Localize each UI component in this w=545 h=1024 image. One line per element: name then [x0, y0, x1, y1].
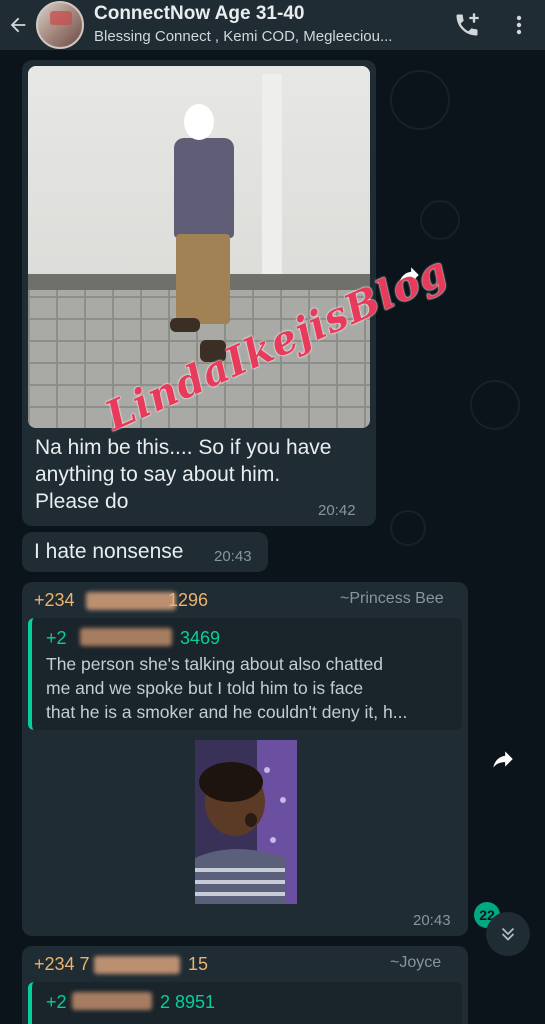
quoted-message[interactable]: +2 3469 The person she's talking about a… [28, 618, 462, 730]
chat-header: ConnectNow Age 31-40 Blessing Connect , … [0, 0, 545, 50]
image-message[interactable]: Na him be this.... So if you have anythi… [22, 60, 376, 526]
message-time: 20:43 [214, 548, 252, 565]
sender-name: ~Joyce [390, 954, 442, 971]
sender-number-end: 15 [188, 954, 209, 974]
sender-name: ~Princess Bee [340, 590, 444, 607]
group-avatar[interactable] [36, 1, 84, 49]
scroll-to-bottom-button[interactable] [486, 912, 530, 956]
arrow-left-icon [10, 17, 26, 33]
more-vert-icon [516, 15, 522, 35]
photo-person-shoe [170, 318, 200, 332]
sender-number[interactable]: +234 [34, 590, 75, 611]
photo-person [174, 138, 234, 238]
message-time: 20:42 [318, 502, 356, 519]
group-title: ConnectNow Age 31-40 [94, 3, 305, 24]
forward-button[interactable] [486, 742, 520, 776]
redacted-number [72, 992, 152, 1010]
video-thumbnail[interactable] [195, 740, 297, 904]
photo-pillar [262, 74, 282, 274]
photo-person-pants [176, 234, 230, 324]
image-caption-line: anything to say about him. [35, 463, 281, 486]
quoted-sender: +2 [46, 992, 67, 1012]
sender-number-end: 1296 [168, 590, 209, 610]
message-text: I hate nonsense [34, 540, 184, 563]
child-photo [195, 740, 297, 904]
quoted-message[interactable]: +2 2 8951 [28, 982, 462, 1024]
image-caption-line: Please do [35, 490, 129, 513]
redacted-number [86, 592, 176, 610]
quoted-text-line: The person she's talking about also chat… [46, 654, 384, 674]
redacted-number [80, 628, 172, 646]
background-doodle [420, 200, 460, 240]
add-call-button[interactable] [441, 0, 493, 50]
forward-icon [493, 751, 513, 768]
message-time: 20:43 [413, 912, 451, 929]
background-doodle [390, 510, 426, 546]
menu-button[interactable] [493, 0, 545, 50]
reply-message[interactable]: +234 7 15 ~Joyce +2 2 8951 [22, 946, 468, 1024]
sender-number[interactable]: +234 7 [34, 954, 90, 975]
quoted-sender: +2 [46, 628, 67, 648]
quoted-text-line: that he is a smoker and he couldn't deny… [46, 702, 408, 722]
redacted-number [94, 956, 180, 974]
group-members: Blessing Connect , Kemi COD, Megleeciou.… [94, 28, 393, 45]
quoted-text-line: me and we spoke but I told him to is fac… [46, 678, 364, 698]
reply-message[interactable]: +234 1296 ~Princess Bee +2 3469 The pers… [22, 582, 468, 936]
double-chevron-down-icon [501, 927, 515, 941]
add-call-icon [456, 13, 479, 36]
quoted-sender-end: 2 8951 [160, 992, 216, 1012]
photo-blurred-face [184, 104, 214, 140]
image-caption-line: Na him be this.... So if you have [35, 436, 332, 459]
background-doodle [470, 380, 520, 430]
back-button[interactable] [0, 0, 36, 50]
chat-area[interactable]: Na him be this.... So if you have anythi… [0, 50, 545, 1024]
group-info[interactable]: ConnectNow Age 31-40 Blessing Connect , … [94, 3, 441, 47]
text-message[interactable]: I hate nonsense 20:43 [22, 532, 268, 572]
quoted-sender-end: 3469 [180, 628, 221, 648]
background-doodle [390, 70, 450, 130]
